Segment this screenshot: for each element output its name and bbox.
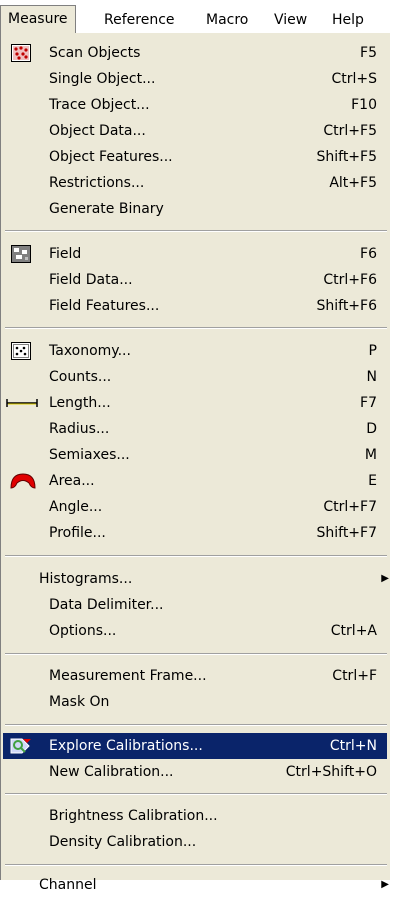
menu-item-shortcut: F10 <box>351 97 377 113</box>
menu-item-mask-on[interactable]: Mask On <box>3 689 387 715</box>
menu-item-label: Generate Binary <box>49 201 164 217</box>
menu-item-new-calibration[interactable]: New Calibration... Ctrl+Shift+O <box>3 759 387 785</box>
menu-item-field[interactable]: Field F6 <box>3 241 387 267</box>
menu-item-label: Object Data... <box>49 123 146 139</box>
menu-item-shortcut: M <box>364 447 377 463</box>
measure-dropdown-menu: Scan Objects F5 Single Object... Ctrl+S … <box>0 33 390 893</box>
menu-item-single-object[interactable]: Single Object... Ctrl+S <box>3 66 387 92</box>
menu-separator <box>5 653 387 655</box>
menu-item-label: Brightness Calibration... <box>49 808 218 824</box>
menu-item-label: Taxonomy... <box>49 343 131 359</box>
submenu-arrow-icon: ▶ <box>381 879 389 890</box>
menubar-item-macro[interactable]: Macro <box>206 9 248 31</box>
menu-item-object-features[interactable]: Object Features... Shift+F5 <box>3 144 387 170</box>
menu-item-shortcut: E <box>368 473 377 489</box>
menu-item-data-delimiter[interactable]: Data Delimiter... <box>3 592 387 618</box>
menu-item-shortcut: Ctrl+N <box>329 738 377 754</box>
menu-item-label: Histograms... <box>39 571 133 587</box>
menu-item-density-calibration[interactable]: Density Calibration... <box>3 829 387 855</box>
menu-item-angle[interactable]: Angle... Ctrl+F7 <box>3 494 387 520</box>
menu-item-taxonomy[interactable]: Taxonomy... P <box>3 338 387 364</box>
menu-separator <box>5 864 387 866</box>
menu-item-length[interactable]: Length... F7 <box>3 390 387 416</box>
menu-item-label: Field Features... <box>49 298 160 314</box>
scan-objects-icon <box>11 44 31 62</box>
menu-item-field-data[interactable]: Field Data... Ctrl+F6 <box>3 267 387 293</box>
menu-item-shortcut: Alt+F5 <box>329 175 377 191</box>
menubar-item-help[interactable]: Help <box>332 9 364 31</box>
menu-item-restrictions[interactable]: Restrictions... Alt+F5 <box>3 170 387 196</box>
menu-item-shortcut: Ctrl+S <box>331 71 377 87</box>
menu-item-label: Radius... <box>49 421 110 437</box>
menu-item-shortcut: Ctrl+Shift+O <box>285 764 377 780</box>
menu-item-histograms[interactable]: Histograms... ▶ <box>3 566 389 592</box>
menu-item-shortcut: Ctrl+F <box>332 668 377 684</box>
menu-item-label: Explore Calibrations... <box>49 738 203 754</box>
menu-item-label: Field <box>49 246 82 262</box>
menu-item-measurement-frame[interactable]: Measurement Frame... Ctrl+F <box>3 663 387 689</box>
menubar-item-reference[interactable]: Reference <box>104 9 175 31</box>
menu-item-field-features[interactable]: Field Features... Shift+F6 <box>3 293 387 319</box>
menu-item-brightness-calibration[interactable]: Brightness Calibration... <box>3 803 387 829</box>
menu-item-shortcut: F5 <box>360 45 377 61</box>
menu-item-label: Trace Object... <box>49 97 150 113</box>
menu-item-label: Channel <box>39 877 97 893</box>
menu-item-channel[interactable]: Channel ▶ <box>3 872 389 898</box>
menu-bar: Measure Reference Macro View Help <box>0 0 394 34</box>
submenu-arrow-icon: ▶ <box>381 573 389 584</box>
menu-item-profile[interactable]: Profile... Shift+F7 <box>3 520 387 546</box>
menu-item-generate-binary[interactable]: Generate Binary <box>3 196 387 222</box>
menu-item-counts[interactable]: Counts... N <box>3 364 387 390</box>
menu-item-shortcut: Ctrl+F5 <box>323 123 377 139</box>
menu-separator <box>5 793 387 795</box>
menu-item-label: Data Delimiter... <box>49 597 164 613</box>
menu-item-label: Single Object... <box>49 71 156 87</box>
menu-item-shortcut: D <box>366 421 377 437</box>
menu-item-shortcut: F7 <box>360 395 377 411</box>
taxonomy-icon <box>11 342 31 360</box>
menu-item-label: Length... <box>49 395 111 411</box>
explore-calibrations-icon <box>9 737 33 755</box>
menu-item-label: Profile... <box>49 525 106 541</box>
menu-item-shortcut: Ctrl+A <box>330 623 377 639</box>
menu-item-label: Measurement Frame... <box>49 668 207 684</box>
menu-separator <box>5 555 387 557</box>
menu-item-label: Area... <box>49 473 95 489</box>
menu-item-shortcut: F6 <box>360 246 377 262</box>
menu-item-object-data[interactable]: Object Data... Ctrl+F5 <box>3 118 387 144</box>
menubar-item-measure[interactable]: Measure <box>0 5 76 33</box>
menu-item-explore-calibrations[interactable]: Explore Calibrations... Ctrl+N <box>3 733 387 759</box>
menu-item-scan-objects[interactable]: Scan Objects F5 <box>3 40 387 66</box>
menu-item-label: Restrictions... <box>49 175 145 191</box>
menu-separator <box>5 327 387 329</box>
menu-item-shortcut: Shift+F6 <box>316 298 377 314</box>
menu-item-shortcut: Ctrl+F7 <box>323 499 377 515</box>
menu-separator <box>5 230 387 232</box>
menu-item-shortcut: Shift+F5 <box>316 149 377 165</box>
menu-item-label: Scan Objects <box>49 45 141 61</box>
menu-item-label: Semiaxes... <box>49 447 130 463</box>
menu-separator <box>5 724 387 726</box>
menu-item-radius[interactable]: Radius... D <box>3 416 387 442</box>
menu-item-label: Counts... <box>49 369 112 385</box>
menu-item-trace-object[interactable]: Trace Object... F10 <box>3 92 387 118</box>
menu-item-label: Angle... <box>49 499 103 515</box>
menu-item-label: Field Data... <box>49 272 133 288</box>
menu-item-shortcut: N <box>366 369 377 385</box>
menu-item-label: Mask On <box>49 694 110 710</box>
menu-item-label: Options... <box>49 623 117 639</box>
menu-item-label: Object Features... <box>49 149 173 165</box>
menu-item-shortcut: Shift+F7 <box>316 525 377 541</box>
length-icon <box>5 394 39 412</box>
field-icon <box>11 245 31 263</box>
menu-item-label: New Calibration... <box>49 764 174 780</box>
menu-item-shortcut: P <box>368 343 377 359</box>
menu-item-area[interactable]: Area... E <box>3 468 387 494</box>
menubar-item-view[interactable]: View <box>274 9 307 31</box>
menu-item-options[interactable]: Options... Ctrl+A <box>3 618 387 644</box>
area-icon <box>9 472 39 490</box>
menu-item-semiaxes[interactable]: Semiaxes... M <box>3 442 387 468</box>
menu-item-shortcut: Ctrl+F6 <box>323 272 377 288</box>
menu-item-label: Density Calibration... <box>49 834 197 850</box>
